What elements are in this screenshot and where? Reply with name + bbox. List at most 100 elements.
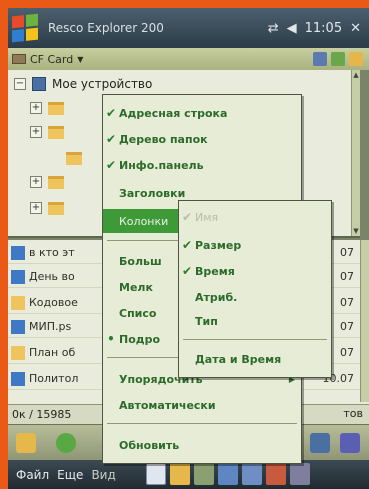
menu-item-folder-tree[interactable]: ✔ Дерево папок [103,127,301,151]
scroll-down-icon[interactable]: ▼ [352,226,360,236]
file-date: 07 [340,320,354,333]
menu-item-size[interactable]: ✔ Размер [179,233,331,257]
folder-up-icon[interactable] [349,52,363,66]
tree-item[interactable]: + [30,120,64,144]
device-screen: Resco Explorer 200 ⇄ ◀ 11:05 ✕ CF Card ▼… [8,8,369,489]
menu-separator [183,339,327,340]
file-icon [11,245,25,260]
network-icon[interactable] [313,52,327,66]
go-icon[interactable] [56,433,76,453]
location-label[interactable]: CF Card [30,53,73,66]
columns-submenu: ✔ Имя ✔ Размер ✔ Время Атриб. Тип Дата и… [178,200,332,378]
status-count: 0к / 15985 [12,408,72,421]
delete-icon[interactable] [266,463,286,485]
menu-more[interactable]: Еще [57,468,83,482]
drive-icon [12,54,26,64]
menu-item-label: Обновить [119,438,180,452]
device-icon [32,77,46,91]
check-icon: ✔ [181,264,193,278]
folder-icon [11,345,25,360]
menu-item-date-time[interactable]: Дата и Время [179,347,331,371]
check-icon: ✔ [105,106,117,120]
paste-icon[interactable] [242,463,262,485]
keyboard-icon[interactable] [290,463,310,485]
menu-item-label: Размер [195,238,242,252]
menu-item-label: Колонки [119,214,169,228]
tree-item[interactable]: + [30,96,64,120]
file-date: 07 [340,296,354,309]
menu-item-address-bar[interactable]: ✔ Адресная строка [103,101,301,125]
folder-icon [48,125,64,139]
menu-item-info-panel[interactable]: ✔ Инфо.панель [103,153,301,177]
menu-item-label: Мелк [119,280,153,294]
expand-icon[interactable]: + [30,202,42,214]
tree-item-label: Мое устройство [52,77,153,91]
close-icon[interactable]: ✕ [350,21,361,36]
volume-icon[interactable]: ◀ [287,21,297,36]
folder-icon [48,101,64,115]
expand-icon[interactable]: + [30,126,42,138]
menu-item-label: Заголовки [119,186,186,200]
tree-item[interactable]: + [30,196,64,220]
expand-icon[interactable]: + [30,102,42,114]
tools-icon[interactable] [340,433,360,453]
folder-icon [66,151,82,165]
tree-item-my-device[interactable]: − Мое устройство [14,72,152,96]
app-title: Resco Explorer 200 [48,21,164,35]
menu-item-label: Списо [119,306,157,320]
copy-icon[interactable] [218,463,238,485]
new-folder-icon[interactable] [170,463,190,485]
connectivity-icon[interactable]: ⇄ [268,21,279,36]
tree-item[interactable] [48,146,82,170]
file-icon [11,319,25,334]
tree-scrollbar[interactable]: ▲ ▼ [351,70,360,236]
title-bar: Resco Explorer 200 ⇄ ◀ 11:05 ✕ [8,8,369,48]
sort-icon[interactable] [146,463,166,485]
properties-icon[interactable] [310,433,330,453]
menu-file[interactable]: Файл [16,468,49,482]
file-name: МИП.рs [29,320,72,333]
refresh-icon[interactable] [331,52,345,66]
menu-item-label: Дата и Время [195,352,282,366]
clock[interactable]: 11:05 [305,21,342,36]
menu-bar: Файл Еще Вид [8,460,369,489]
check-icon: ✔ [105,158,117,172]
expand-icon[interactable]: + [30,176,42,188]
check-icon: ✔ [105,132,117,146]
menu-item-type[interactable]: Тип [179,309,331,333]
file-name: Кодовое [29,296,78,309]
menu-item-label: Время [195,264,235,278]
menu-separator [107,423,297,424]
chevron-down-icon[interactable]: ▼ [77,55,83,64]
file-name: Политол [29,372,79,385]
status-info: тов [343,407,363,420]
menu-item-label: Подро [119,332,161,346]
file-date: 07 [340,346,354,359]
tree-item[interactable]: + [30,170,64,194]
folder-icon [48,201,64,215]
radio-dot-icon: • [107,332,115,346]
folder-icon[interactable] [16,433,36,453]
menu-item-label: Тип [195,314,218,328]
menu-item-auto[interactable]: Автоматически [103,393,301,417]
menu-item-label: Больш [119,254,162,268]
menu-view[interactable]: Вид [91,468,115,482]
menu-item-time[interactable]: ✔ Время [179,259,331,283]
check-icon: ✔ [181,238,193,252]
file-date: 07 [340,246,354,259]
menu-item-label: Инфо.панель [119,158,204,172]
start-menu-icon[interactable] [12,13,38,43]
scroll-up-icon[interactable]: ▲ [352,70,360,80]
address-bar[interactable]: CF Card ▼ [8,48,369,70]
menu-item-label: Имя [195,210,219,224]
menu-item-attributes[interactable]: Атриб. [179,285,331,309]
menu-item-name[interactable]: ✔ Имя [179,205,331,229]
cut-icon[interactable] [194,463,214,485]
file-name: План об [29,346,76,359]
menu-item-label: Дерево папок [119,132,208,146]
list-scrollbar[interactable] [360,240,369,402]
folder-icon [11,295,25,310]
collapse-icon[interactable]: − [14,78,26,90]
menu-item-label: Автоматически [119,398,216,412]
menu-item-refresh[interactable]: Обновить [103,433,301,457]
